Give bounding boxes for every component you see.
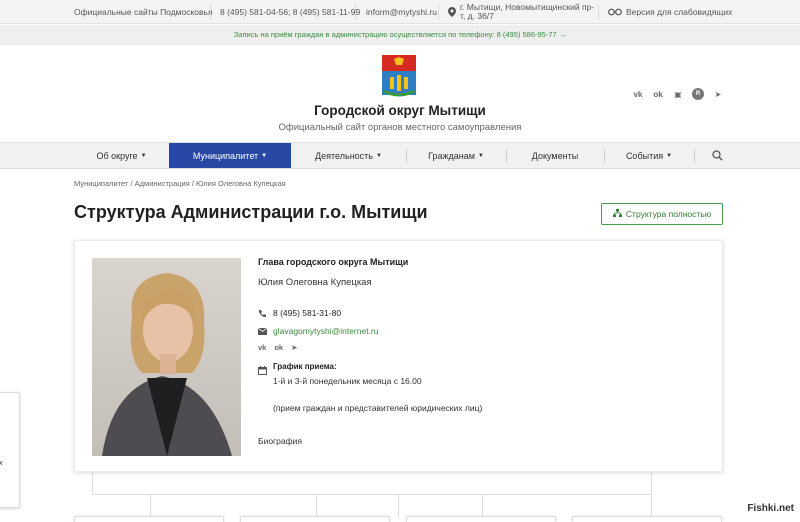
nav-item-municipality[interactable]: Муниципалитет ▼ [169,143,291,168]
nav-item-events[interactable]: События ▼ [604,143,694,168]
nav-label: Муниципалитет [192,150,259,161]
schedule-line: 1-й и 3-й понедельник месяца с 16.00 [273,376,422,386]
structure-card[interactable] [240,516,390,522]
schedule-title: График приема: [273,362,337,371]
coat-of-arms-logo[interactable] [380,55,418,99]
nav-label: Гражданам [428,150,475,161]
tree-line [92,472,93,494]
chevron-down-icon: ▼ [375,152,382,159]
biography-link[interactable]: Биография [258,436,302,446]
official-sites-link[interactable]: Официальные сайты Подмосковья [70,0,217,24]
calendar-icon [258,362,267,375]
appointment-notice[interactable]: Запись на приём граждан в администрацию … [0,25,800,45]
address-text: г. Мытищи, Новомытищинский пр- т, д. 36/… [460,3,594,21]
official-sites-label: Официальные сайты Подмосковья [74,7,213,17]
site-title[interactable]: Городской округ Мытищи [0,103,800,118]
phone-value: 8 (495) 581-31-80 [273,308,342,318]
telegram-icon[interactable]: ➤ [291,343,297,352]
nav-label: Документы [531,150,579,161]
email-link[interactable]: inform@mytyshi.ru [362,0,441,24]
dzen-icon[interactable]: ▣ [672,88,684,100]
person-social-links: vk ok ➤ [258,343,297,352]
chevron-down-icon: ▼ [261,152,268,159]
odnoklassniki-icon[interactable]: ok [652,88,664,100]
nav-label: События [625,150,664,161]
notice-text: Запись на приём граждан в администрацию … [233,30,567,39]
structure-card[interactable] [572,516,722,522]
divider [598,4,599,20]
odnoklassniki-icon[interactable]: ok [274,343,283,352]
email-value: glavagomytyshi@internet.ru [273,326,379,336]
page-title: Структура Администрации г.о. Мытищи [74,202,428,222]
rutube-icon[interactable]: R [692,88,704,100]
tree-line [651,472,652,518]
tree-line [398,494,399,518]
site-header: Городской округ Мытищи Официальный сайт … [0,45,800,142]
nav-label: Об округе [96,150,138,161]
phone-icon [258,309,267,318]
mail-icon [258,327,267,336]
location-pin-icon [448,7,456,17]
tree-line [150,494,151,518]
phones-label: 8 (495) 581-04-56; 8 (495) 581-11-99 [220,7,361,17]
nav-item-documents[interactable]: Документы [506,143,604,168]
social-links: vk ok ▣ R ➤ [632,88,724,100]
email-label: inform@mytyshi.ru [366,7,437,17]
telegram-icon[interactable]: ➤ [712,88,724,100]
watermark: Fishki.net [747,503,794,514]
org-chart-icon [612,209,622,219]
chevron-down-icon: ▼ [666,152,673,159]
schedule-note: (прием граждан и представителей юридичес… [273,403,483,413]
accessibility-link[interactable]: Версия для слабовидящих [604,0,736,24]
email-row[interactable]: glavagomytyshi@internet.ru [258,326,378,336]
search-icon [711,150,723,161]
side-widget[interactable]: х [0,392,20,508]
vk-icon[interactable]: vk [258,343,266,352]
chevron-down-icon: ▼ [477,152,484,159]
nav-item-citizens[interactable]: Гражданам ▼ [406,143,506,168]
tree-line [92,494,652,495]
tree-line [482,494,483,518]
search-button[interactable] [704,143,730,168]
address-link[interactable]: г. Мытищи, Новомытищинский пр- т, д. 36/… [444,0,598,24]
tree-line [316,494,317,518]
divider [438,4,439,20]
chevron-down-icon: ▼ [140,152,147,159]
vk-icon[interactable]: vk [632,88,644,100]
nav-divider [694,149,695,163]
full-structure-button[interactable]: Структура полностью [601,203,723,225]
structure-card[interactable] [74,516,224,522]
breadcrumb[interactable]: Муниципалитет / Администрация / Юлия Оле… [74,179,286,188]
phone-row[interactable]: 8 (495) 581-31-80 [258,308,341,318]
full-structure-label: Структура полностью [625,209,712,219]
divider [355,4,356,20]
structure-card[interactable] [406,516,556,522]
nav-item-activity[interactable]: Деятельность ▼ [291,143,406,168]
person-photo [92,258,241,456]
top-bar: Официальные сайты Подмосковья 8 (495) 58… [0,0,800,24]
side-widget-text: х [0,460,3,467]
main-nav: Об округе ▼ Муниципалитет ▼ Деятельность ▼ … [0,142,800,169]
person-position: Глава городского округа Мытищи [258,257,409,267]
divider [210,4,211,20]
site-subtitle: Официальный сайт органов местного самоуп… [278,122,522,133]
nav-item-about[interactable]: Об округе ▼ [74,143,169,168]
person-card: Глава городского округа Мытищи Юлия Олег… [74,240,723,472]
accessibility-label: Версия для слабовидящих [626,7,733,17]
person-name: Юлия Олеговна Купецкая [258,277,372,288]
glasses-icon [608,8,622,16]
address-line2: т, д. 36/7 [460,11,494,21]
nav-label: Деятельность [315,150,373,161]
phones-link[interactable]: 8 (495) 581-04-56; 8 (495) 581-11-99 [216,0,364,24]
